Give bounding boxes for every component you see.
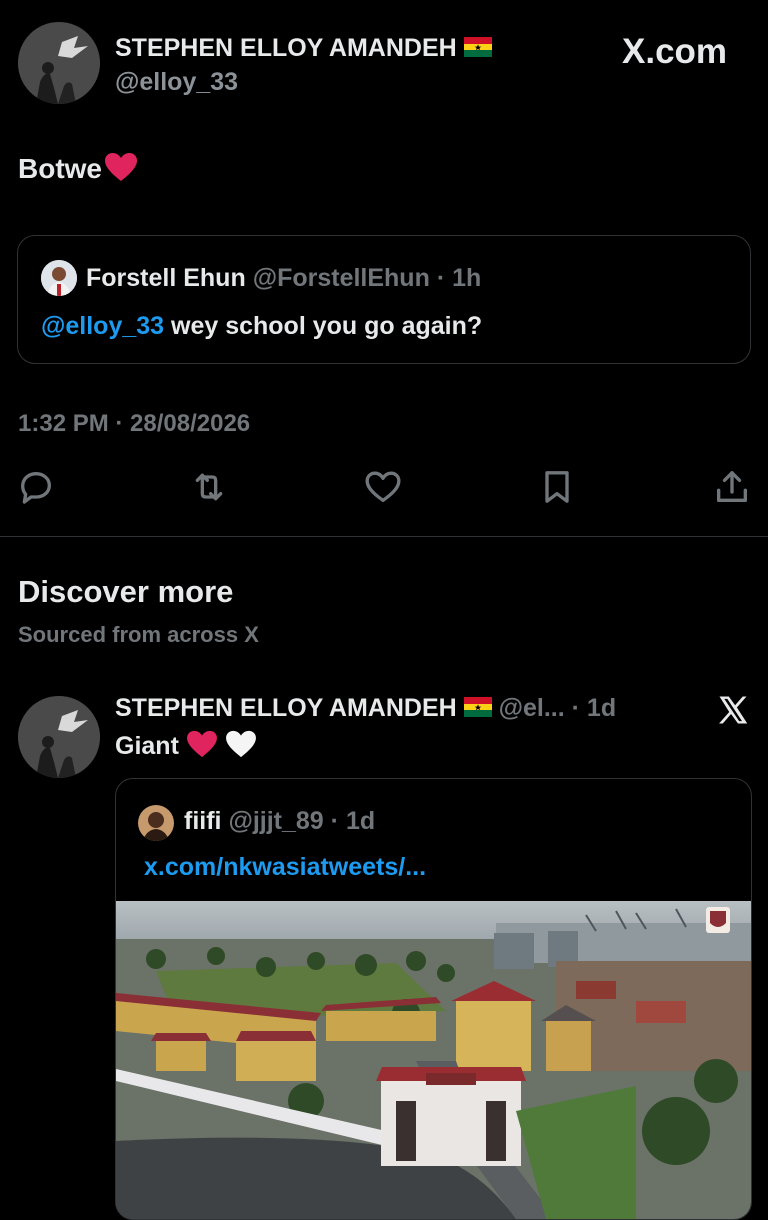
avatar[interactable] [18, 696, 100, 778]
second-tweet-text: Giant [115, 730, 257, 765]
quoted-name[interactable]: Forstell Ehun [86, 264, 246, 292]
ghana-flag-icon [463, 695, 492, 724]
white-heart-icon [225, 730, 257, 765]
quoted-text: @elloy_33 wey school you go again? [41, 312, 483, 340]
red-heart-icon [104, 152, 138, 189]
discover-subtitle: Sourced from across X [18, 622, 259, 647]
quoted-avatar [41, 260, 77, 296]
quoted-tweet-card[interactable]: fiifi @jjjt_89 · 1d x.com/nkwasiatweets/… [115, 778, 752, 1220]
section-divider [0, 536, 768, 537]
author-handle[interactable]: @el... [499, 694, 565, 722]
retweet-icon[interactable] [189, 467, 229, 507]
brand-watermark: X.com [622, 32, 728, 71]
tweet-text: Botwe [18, 152, 138, 189]
quoted-handle[interactable]: @jjjt_89 [228, 807, 323, 835]
quoted-handle[interactable]: @ForstellEhun [253, 264, 430, 292]
author-name[interactable]: STEPHEN ELLOY AMANDEH [115, 34, 492, 64]
like-icon[interactable] [363, 467, 403, 507]
author-handle[interactable]: @elloy_33 [115, 68, 238, 97]
second-tweet-header: STEPHEN ELLOY AMANDEH @el... · 1d [115, 694, 616, 724]
discover-title: Discover more [18, 574, 234, 609]
red-heart-icon [186, 730, 218, 765]
quoted-time: · 1h [436, 264, 482, 292]
avatar[interactable] [18, 22, 100, 104]
share-icon[interactable] [712, 467, 752, 507]
author-name[interactable]: STEPHEN ELLOY AMANDEH [115, 694, 457, 722]
tweet-time: · 1d [571, 694, 617, 722]
quoted-time: · 1d [330, 807, 376, 835]
quoted-header: fiifi @jjjt_89 · 1d [184, 807, 375, 836]
x-logo-icon[interactable] [714, 692, 752, 728]
quoted-header: Forstell Ehun @ForstellEhun · 1h [86, 264, 481, 293]
bookmark-icon[interactable] [537, 467, 577, 507]
quoted-name[interactable]: fiifi [184, 807, 222, 835]
quoted-link[interactable]: x.com/nkwasiatweets/... [144, 853, 426, 882]
reply-icon[interactable] [16, 467, 56, 507]
tweet-timestamp[interactable]: 1:32 PM · 28/08/2026 [18, 410, 250, 438]
mention-link[interactable]: @elloy_33 [41, 312, 164, 340]
quoted-avatar [138, 805, 174, 841]
ghana-flag-icon [463, 35, 492, 64]
media-image[interactable] [116, 901, 751, 1219]
quoted-tweet-card[interactable]: Forstell Ehun @ForstellEhun · 1h @elloy_… [17, 235, 751, 364]
